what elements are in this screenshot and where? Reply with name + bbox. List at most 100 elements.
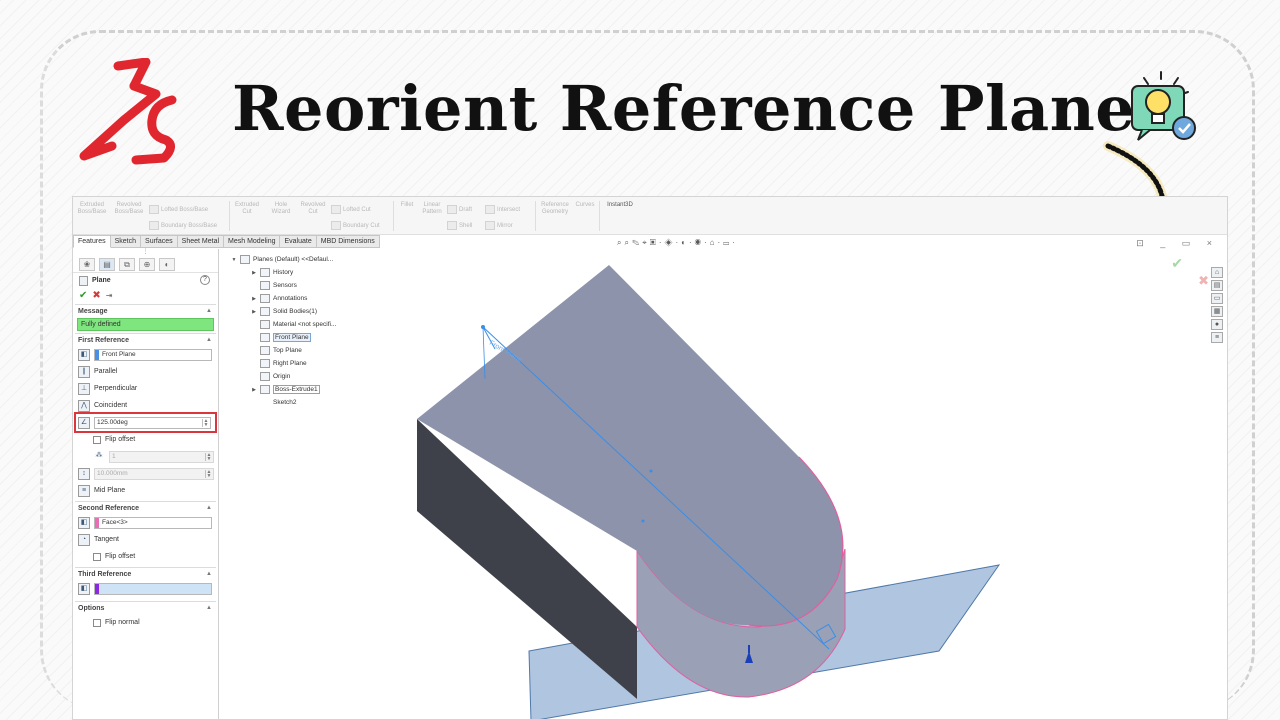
options-header[interactable]: Options ▲	[75, 601, 216, 614]
first-reference-header[interactable]: First Reference ▲	[75, 333, 216, 346]
tab-evaluate[interactable]: Evaluate	[280, 235, 317, 248]
collapse-icon: ▲	[206, 337, 212, 343]
extruded-boss-button[interactable]: Extruded Boss/Base	[77, 202, 107, 216]
ribbon-separator	[393, 201, 394, 231]
angle-input[interactable]: 125.00deg ▲ ▼	[94, 416, 211, 429]
tab-sketch[interactable]: Sketch	[110, 235, 142, 248]
first-reference-field[interactable]: Front Plane	[94, 348, 212, 361]
heads-up-view-toolbar[interactable]: ⌕⌕✎⌖▣·◈·◐·◉·⌂·▭·	[617, 238, 738, 248]
custom-properties-icon[interactable]: ≡	[1211, 332, 1223, 343]
boundary-cut-button[interactable]: Boundary Cut	[331, 221, 380, 230]
distance-row: ↕ 10.000mm ▲ ▼	[73, 465, 218, 482]
confirm-cancel-icon[interactable]: ✖	[1198, 273, 1209, 289]
ok-button[interactable]: ✔	[79, 290, 87, 301]
plane-count-input[interactable]: 1 ▲ ▼	[109, 450, 214, 463]
tree-item-top-plane[interactable]: Top Plane	[231, 344, 411, 357]
tab-surfaces[interactable]: Surfaces	[141, 235, 178, 248]
file-explorer-icon[interactable]: ▭	[1211, 293, 1223, 304]
hole-wizard-button[interactable]: Hole Wizard	[267, 202, 295, 216]
instant3d-button[interactable]: Instant3D	[603, 202, 637, 209]
second-reference-header[interactable]: Second Reference ▲	[75, 501, 216, 514]
shell-button[interactable]: Shell	[447, 221, 472, 230]
third-reference-header[interactable]: Third Reference ▲	[75, 567, 216, 580]
spin-icon[interactable]: ▲ ▼	[202, 418, 209, 427]
tree-item-front-plane[interactable]: Front Plane	[231, 331, 411, 344]
flip-normal-checkbox[interactable]	[93, 618, 101, 627]
distance-input[interactable]: 10.000mm ▲ ▼	[94, 467, 214, 480]
intersect-button[interactable]: Intersect	[485, 205, 520, 214]
lofted-cut-button[interactable]: Lofted Cut	[331, 205, 371, 214]
confirm-ok-icon[interactable]: ✔	[1171, 255, 1183, 272]
part-icon	[240, 255, 250, 264]
spin-icon[interactable]: ▲ ▼	[205, 452, 212, 461]
tree-item-boss-extrude[interactable]: ▶ Boss-Extrude1	[231, 383, 411, 396]
pane-grip[interactable]: ⋮	[73, 249, 218, 256]
flip-offset-checkbox[interactable]	[93, 552, 101, 561]
spin-icon[interactable]: ▲ ▼	[205, 469, 212, 478]
tree-item-origin[interactable]: Origin	[231, 370, 411, 383]
configuration-manager-tab-icon[interactable]: ⧉	[119, 258, 135, 271]
sensors-icon	[260, 281, 270, 290]
tangent-option[interactable]: ◔ Tangent	[73, 531, 218, 548]
dimxpert-tab-icon[interactable]: ⊕	[139, 258, 155, 271]
feature-manager-tab-icon[interactable]: ❀	[79, 258, 95, 271]
reference-geometry-button[interactable]: Reference Geometry	[539, 202, 571, 216]
curves-button[interactable]: Curves	[573, 202, 597, 209]
cancel-button[interactable]: ✖	[92, 290, 100, 301]
extruded-cut-button[interactable]: Extruded Cut	[233, 202, 261, 216]
expand-icon: ▶	[252, 269, 256, 276]
message-section-header[interactable]: Message ▲	[75, 304, 216, 317]
tab-features[interactable]: Features	[73, 235, 111, 248]
home-icon[interactable]: ⌂	[1211, 267, 1223, 278]
tree-item-sensors[interactable]: Sensors	[231, 279, 411, 292]
annotations-icon	[260, 294, 270, 303]
tree-root[interactable]: ▼ Planes (Default) <<Defaul...	[231, 253, 411, 266]
property-manager-tab-icon[interactable]: ▤	[99, 258, 115, 271]
second-flip-offset-option[interactable]: Flip offset	[73, 548, 218, 565]
help-icon[interactable]: ?	[200, 275, 210, 285]
expand-icon: ▶	[252, 295, 256, 302]
tab-sheet-metal[interactable]: Sheet Metal	[177, 235, 225, 248]
display-manager-tab-icon[interactable]: ◐	[159, 258, 175, 271]
ribbon-separator	[229, 201, 230, 231]
design-library-icon[interactable]: ▤	[1211, 280, 1223, 291]
tree-item-history[interactable]: ▶ History	[231, 266, 411, 279]
tree-item-annotations[interactable]: ▶ Annotations	[231, 292, 411, 305]
flip-normal-option[interactable]: Flip normal	[73, 614, 218, 631]
window-controls[interactable]: ⊡ _ ▭ ×	[1136, 238, 1219, 249]
tab-mesh-modeling[interactable]: Mesh Modeling	[224, 235, 281, 248]
appearances-icon[interactable]: ●	[1211, 319, 1223, 330]
view-palette-icon[interactable]: ▦	[1211, 306, 1223, 317]
flip-offset-checkbox[interactable]	[93, 435, 101, 444]
tree-item-right-plane[interactable]: Right Plane	[231, 357, 411, 370]
tree-item-material[interactable]: Material <not specifi...	[231, 318, 411, 331]
tree-item-sketch2[interactable]: Sketch2	[231, 396, 411, 409]
body-top-face[interactable]	[417, 265, 843, 627]
draft-icon	[447, 205, 457, 214]
3ds-logo	[79, 58, 177, 165]
banner-title: Reorient Reference Plane	[232, 72, 1136, 145]
feature-manager-tree: ▼ Planes (Default) <<Defaul... ▶ History S…	[231, 253, 411, 409]
tab-mbd-dimensions[interactable]: MBD Dimensions	[316, 235, 380, 248]
plane-icon	[260, 359, 270, 368]
lofted-boss-button[interactable]: Lofted Boss/Base	[149, 205, 208, 214]
draft-button[interactable]: Draft	[447, 205, 472, 214]
fillet-button[interactable]: Fillet	[397, 202, 417, 209]
mirror-button[interactable]: Mirror	[485, 221, 513, 230]
linear-pattern-button[interactable]: Linear Pattern	[419, 202, 445, 216]
first-reference-row: ◧ Front Plane	[73, 346, 218, 363]
revolved-boss-button[interactable]: Revolved Boss/Base	[113, 202, 145, 216]
boundary-boss-button[interactable]: Boundary Boss/Base	[149, 221, 217, 230]
mid-plane-option[interactable]: ≡ Mid Plane	[73, 482, 218, 499]
shell-icon	[447, 221, 457, 230]
boundary-boss-icon	[149, 221, 159, 230]
flip-offset-option[interactable]: Flip offset	[73, 431, 218, 448]
third-reference-field[interactable]	[94, 582, 212, 595]
revolved-cut-button[interactable]: Revolved Cut	[299, 202, 327, 216]
parallel-option[interactable]: ∥ Parallel	[73, 363, 218, 380]
tree-item-solid-bodies[interactable]: ▶ Solid Bodies(1)	[231, 305, 411, 318]
perpendicular-option[interactable]: ⊥ Perpendicular	[73, 380, 218, 397]
second-reference-field[interactable]: Face<3>	[94, 516, 212, 529]
pushpin-icon[interactable]: ⇥	[106, 291, 113, 300]
coincident-option[interactable]: ⋀ Coincident	[73, 397, 218, 414]
